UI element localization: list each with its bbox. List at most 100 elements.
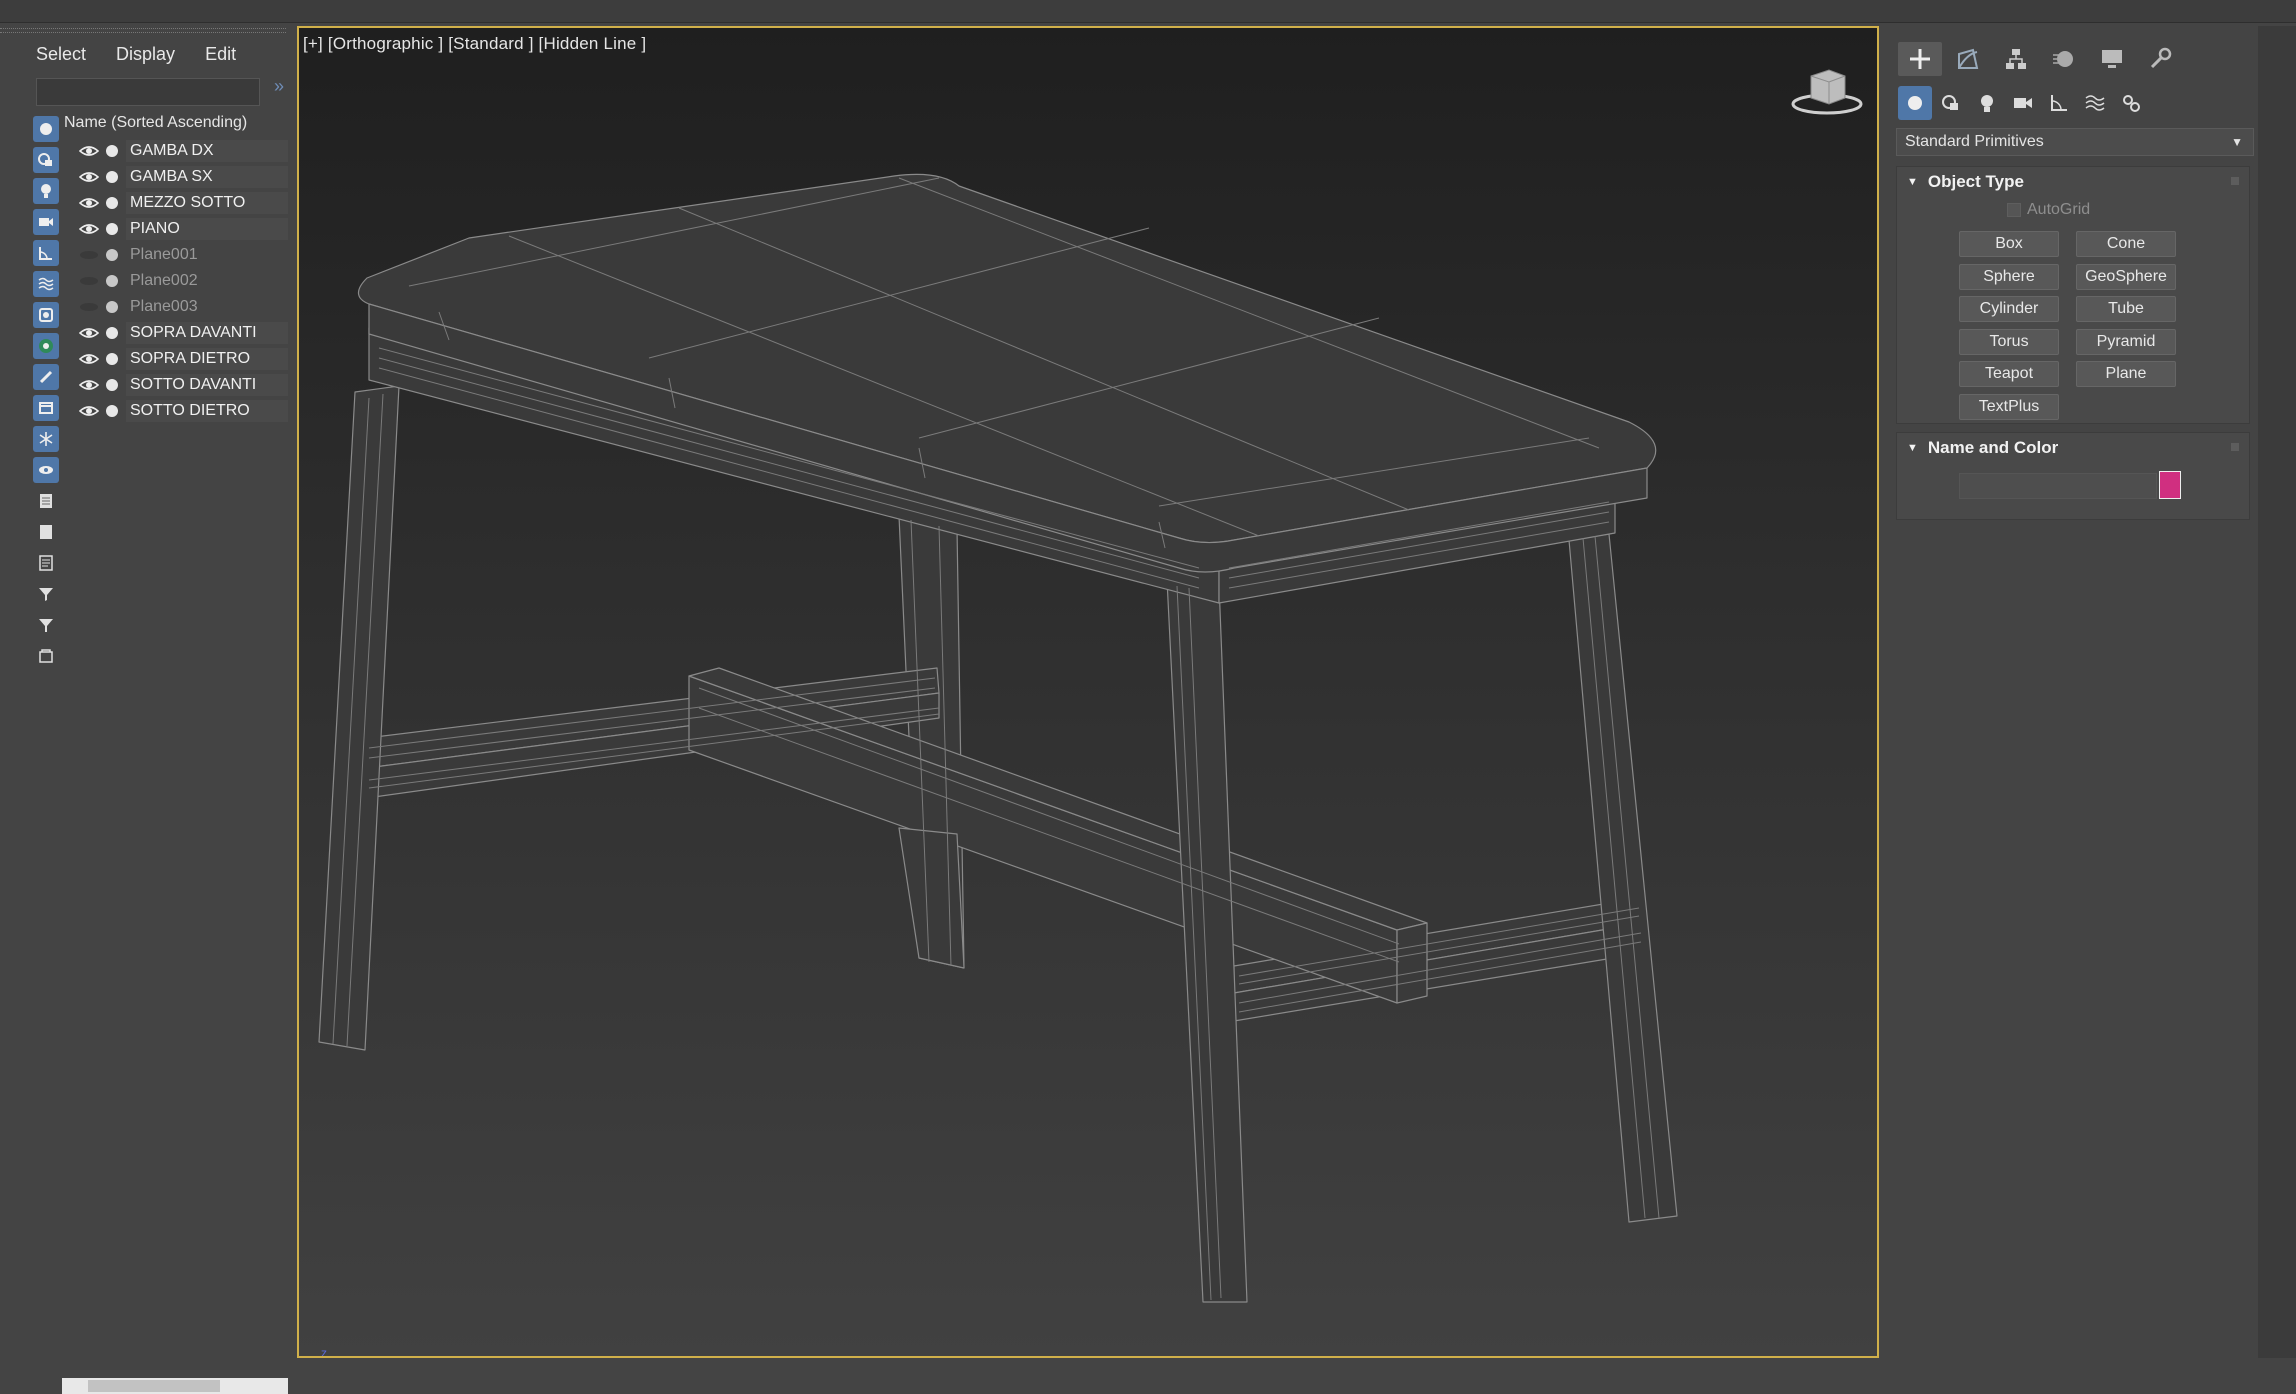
axis-tripod-label: z	[321, 1346, 327, 1358]
rollout-pin-icon[interactable]	[2231, 177, 2239, 185]
eye-icon[interactable]	[78, 144, 100, 158]
render-toggle-icon[interactable]	[106, 275, 118, 287]
list-item[interactable]: GAMBA SX	[66, 164, 288, 190]
shapes-icon[interactable]	[1934, 86, 1968, 120]
create-tab-icon[interactable]	[1898, 42, 1942, 76]
teapot-button[interactable]: Teapot	[1959, 361, 2059, 387]
checkbox-box[interactable]	[2007, 203, 2021, 217]
filter-selection-icon[interactable]	[33, 581, 59, 607]
cone-button[interactable]: Cone	[2076, 231, 2176, 257]
systems-icon[interactable]	[2114, 86, 2148, 120]
render-toggle-icon[interactable]	[106, 197, 118, 209]
helpers-icon[interactable]	[2042, 86, 2076, 120]
box-button[interactable]: Box	[1959, 231, 2059, 257]
list-item[interactable]: SOPRA DIETRO	[66, 346, 288, 372]
containers-filter-icon[interactable]	[33, 395, 59, 421]
torus-button[interactable]: Torus	[1959, 329, 2059, 355]
xrefs-filter-icon[interactable]	[33, 333, 59, 359]
tube-button[interactable]: Tube	[2076, 296, 2176, 322]
menu-select[interactable]: Select	[36, 44, 86, 65]
utilities-tab-icon[interactable]	[2138, 42, 2182, 76]
eye-icon[interactable]	[78, 222, 100, 236]
eye-icon[interactable]	[78, 326, 100, 340]
object-type-rollout: ▼ Object Type AutoGrid Box Cone Sphere Ge…	[1896, 166, 2250, 424]
layers-icon[interactable]	[33, 643, 59, 669]
render-toggle-icon[interactable]	[106, 223, 118, 235]
object-type-header[interactable]: ▼ Object Type	[1897, 167, 2249, 197]
autogrid-checkbox[interactable]: AutoGrid	[2007, 201, 2090, 219]
command-panel-scrollbar[interactable]	[2258, 26, 2296, 1358]
motion-tab-icon[interactable]	[2042, 42, 2086, 76]
render-toggle-icon[interactable]	[106, 145, 118, 157]
rollout-pin-icon[interactable]	[2231, 443, 2239, 451]
cylinder-button[interactable]: Cylinder	[1959, 296, 2059, 322]
filter-icon[interactable]	[33, 612, 59, 638]
cameras-icon[interactable]	[2006, 86, 2040, 120]
eye-closed-icon[interactable]	[78, 274, 100, 288]
object-name-field[interactable]	[1959, 473, 2157, 499]
sphere-button[interactable]: Sphere	[1959, 264, 2059, 290]
render-toggle-icon[interactable]	[106, 249, 118, 261]
eye-closed-icon[interactable]	[78, 248, 100, 262]
list-item[interactable]: SOTTO DIETRO	[66, 398, 288, 424]
render-toggle-icon[interactable]	[106, 353, 118, 365]
eye-icon[interactable]	[78, 378, 100, 392]
lights-filter-icon[interactable]	[33, 178, 59, 204]
scrollbar-thumb[interactable]	[88, 1380, 220, 1392]
object-name: Plane003	[130, 298, 198, 315]
hierarchy-tab-icon[interactable]	[1994, 42, 2038, 76]
groups-filter-icon[interactable]	[33, 302, 59, 328]
explorer-scrollbar[interactable]	[62, 1378, 288, 1394]
bones-filter-icon[interactable]	[33, 364, 59, 390]
spacewarps-filter-icon[interactable]	[33, 271, 59, 297]
list-item[interactable]: GAMBA DX	[66, 138, 288, 164]
object-color-swatch[interactable]	[2159, 471, 2181, 499]
explorer-search-input[interactable]	[36, 78, 260, 106]
lights-icon[interactable]	[1970, 86, 2004, 120]
render-toggle-icon[interactable]	[106, 327, 118, 339]
eye-icon[interactable]	[78, 352, 100, 366]
display-tab-icon[interactable]	[2090, 42, 2134, 76]
geosphere-button[interactable]: GeoSphere	[2076, 264, 2176, 290]
list-item[interactable]: MEZZO SOTTO	[66, 190, 288, 216]
cameras-filter-icon[interactable]	[33, 209, 59, 235]
select-none-icon[interactable]	[33, 519, 59, 545]
command-panel-tabs	[1898, 42, 2182, 76]
textplus-button[interactable]: TextPlus	[1959, 394, 2059, 420]
list-item[interactable]: SOTTO DAVANTI	[66, 372, 288, 398]
render-toggle-icon[interactable]	[106, 405, 118, 417]
modify-tab-icon[interactable]	[1946, 42, 1990, 76]
select-all-icon[interactable]	[33, 488, 59, 514]
list-item[interactable]: PIANO	[66, 216, 288, 242]
hidden-filter-icon[interactable]	[33, 457, 59, 483]
eye-icon[interactable]	[78, 404, 100, 418]
eye-icon[interactable]	[78, 196, 100, 210]
expand-panel-icon[interactable]: »	[274, 76, 284, 97]
primitive-category-dropdown[interactable]: Standard Primitives ▼	[1896, 128, 2254, 156]
list-item[interactable]: Plane002	[66, 268, 288, 294]
select-invert-icon[interactable]	[33, 550, 59, 576]
frozen-filter-icon[interactable]	[33, 426, 59, 452]
name-and-color-header[interactable]: ▼ Name and Color	[1897, 433, 2249, 463]
render-toggle-icon[interactable]	[106, 171, 118, 183]
pyramid-button[interactable]: Pyramid	[2076, 329, 2176, 355]
list-item[interactable]: Plane001	[66, 242, 288, 268]
geometry-filter-icon[interactable]	[33, 116, 59, 142]
eye-icon[interactable]	[78, 170, 100, 184]
helpers-filter-icon[interactable]	[33, 240, 59, 266]
shapes-filter-icon[interactable]	[33, 147, 59, 173]
menu-edit[interactable]: Edit	[205, 44, 236, 65]
geometry-icon[interactable]	[1898, 86, 1932, 120]
list-item[interactable]: Plane003	[66, 294, 288, 320]
column-header[interactable]: Name (Sorted Ascending)	[64, 114, 247, 132]
list-item[interactable]: SOPRA DAVANTI	[66, 320, 288, 346]
viewport-orthographic[interactable]: [+] [Orthographic ] [Standard ] [Hidden …	[297, 26, 1879, 1358]
toolbar-grip[interactable]	[0, 28, 286, 33]
viewcube-icon[interactable]	[1789, 64, 1865, 116]
plane-button[interactable]: Plane	[2076, 361, 2176, 387]
render-toggle-icon[interactable]	[106, 379, 118, 391]
spacewarps-icon[interactable]	[2078, 86, 2112, 120]
render-toggle-icon[interactable]	[106, 301, 118, 313]
eye-closed-icon[interactable]	[78, 300, 100, 314]
menu-display[interactable]: Display	[116, 44, 175, 65]
